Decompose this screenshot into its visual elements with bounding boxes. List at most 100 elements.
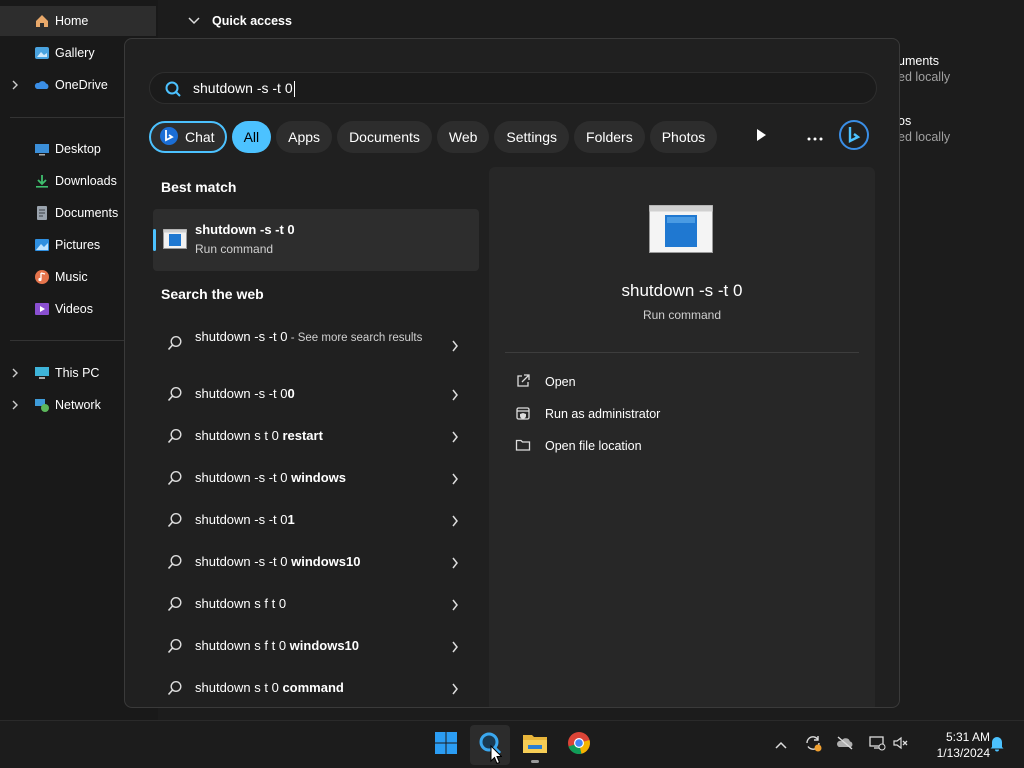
sidebar-item-label: Music xyxy=(55,270,88,284)
action-label: Open xyxy=(545,375,576,389)
sidebar-item-label: This PC xyxy=(55,366,100,380)
gallery-icon xyxy=(34,45,50,61)
clock-date: 1/13/2024 xyxy=(936,746,990,760)
desktop-icon xyxy=(34,141,50,157)
music-icon xyxy=(34,269,50,285)
action-open[interactable]: Open xyxy=(515,371,576,393)
result-preview-panel: shutdown -s -t 0 Run command Open Run as… xyxy=(489,167,875,707)
web-result-text: shutdown s t 0 restart xyxy=(195,428,323,443)
action-open-file-location[interactable]: Open file location xyxy=(515,435,642,457)
file-explorer-button[interactable] xyxy=(515,725,555,765)
web-result-text: shutdown -s -t 0 windows xyxy=(195,470,346,485)
onedrive-offline-icon xyxy=(835,735,855,756)
filter-photos[interactable]: Photos xyxy=(649,121,718,153)
preview-divider xyxy=(505,352,859,353)
search-icon xyxy=(167,554,183,575)
filter-web[interactable]: Web xyxy=(436,121,490,153)
show-hidden-icons-button[interactable] xyxy=(769,733,793,757)
start-button[interactable] xyxy=(426,725,466,765)
web-result-row[interactable]: shutdown -s -t 0 windows xyxy=(153,458,479,498)
filter-label: Folders xyxy=(586,129,633,145)
downloads-icon xyxy=(34,173,50,189)
web-result-row[interactable]: shutdown s t 0 command xyxy=(153,668,479,707)
web-result-text: shutdown s f t 0 windows10 xyxy=(195,638,360,653)
home-icon xyxy=(34,13,50,29)
running-indicator xyxy=(531,760,539,763)
chevron-right-icon xyxy=(451,556,459,574)
bing-logo-icon xyxy=(839,119,869,155)
clock-time: 5:31 AM xyxy=(945,730,990,744)
search-box[interactable]: shutdown -s -t 0 xyxy=(149,72,877,104)
web-result-text: shutdown s t 0 command xyxy=(195,680,344,695)
search-input[interactable]: shutdown -s -t 0 xyxy=(193,80,295,98)
sync-alert-icon xyxy=(804,734,822,757)
filter-label: Settings xyxy=(506,129,558,145)
chevron-right-icon xyxy=(451,430,459,448)
filters-more-arrow-button[interactable] xyxy=(745,121,777,153)
web-result-text: shutdown -s -t 0 - See more search resul… xyxy=(195,329,423,344)
best-match-result[interactable]: shutdown -s -t 0 Run command xyxy=(153,209,479,271)
best-match-heading: Best match xyxy=(161,179,237,195)
chevron-down-icon xyxy=(188,14,200,28)
filter-folders[interactable]: Folders xyxy=(574,121,645,153)
network-icon xyxy=(34,397,50,413)
network-tray-button[interactable] xyxy=(865,733,889,757)
search-icon xyxy=(167,638,183,659)
search-filters: Chat All Apps Documents Web Settings Fol… xyxy=(149,121,718,153)
notifications-button[interactable] xyxy=(985,733,1009,757)
filter-apps[interactable]: Apps xyxy=(276,121,333,153)
search-icon xyxy=(164,80,182,103)
sync-status-button[interactable] xyxy=(801,733,825,757)
web-result-row[interactable]: shutdown -s -t 01 xyxy=(153,500,479,540)
volume-tray-button[interactable] xyxy=(889,733,913,757)
background-file-item[interactable]: os ed locally xyxy=(898,113,950,145)
open-external-icon xyxy=(515,373,531,392)
filter-label: Web xyxy=(448,129,478,145)
search-icon xyxy=(167,512,183,533)
chevron-right-icon[interactable] xyxy=(10,368,20,378)
selection-accent xyxy=(153,229,156,251)
web-result-row[interactable]: shutdown s t 0 restart xyxy=(153,416,479,456)
bell-icon xyxy=(989,734,1005,757)
best-match-title: shutdown -s -t 0 xyxy=(195,222,295,237)
filter-chat[interactable]: Chat xyxy=(149,121,227,153)
chevron-right-icon[interactable] xyxy=(10,400,20,410)
sidebar-item-label: Documents xyxy=(55,206,119,220)
sidebar-item-label: Network xyxy=(55,398,101,412)
taskbar: 5:31 AM 1/13/2024 xyxy=(0,720,1024,768)
filter-settings[interactable]: Settings xyxy=(494,121,570,153)
web-result-row[interactable]: shutdown s f t 0 xyxy=(153,584,479,624)
chevron-right-icon xyxy=(451,388,459,406)
run-command-large-icon xyxy=(649,205,713,253)
folder-icon xyxy=(515,437,531,456)
ellipsis-icon xyxy=(807,128,823,146)
pictures-icon xyxy=(34,237,50,253)
admin-shield-icon xyxy=(515,405,531,424)
search-icon xyxy=(167,386,183,407)
filter-documents[interactable]: Documents xyxy=(337,121,432,153)
bing-button[interactable] xyxy=(838,119,870,155)
web-result-row[interactable]: shutdown -s -t 0 - See more search resul… xyxy=(153,319,479,369)
web-result-row[interactable]: shutdown -s -t 0 windows10 xyxy=(153,542,479,582)
taskbar-clock[interactable]: 5:31 AM 1/13/2024 xyxy=(918,729,990,761)
chevron-right-icon xyxy=(451,682,459,700)
action-run-as-admin[interactable]: Run as administrator xyxy=(515,403,660,425)
chevron-right-icon[interactable] xyxy=(10,80,20,90)
search-flyout: shutdown -s -t 0 Chat All Apps Documents… xyxy=(124,38,900,708)
quick-access-header[interactable]: Quick access xyxy=(188,14,292,28)
sidebar-item-home[interactable]: Home xyxy=(0,6,156,36)
more-options-button[interactable] xyxy=(799,121,831,153)
filter-label: Documents xyxy=(349,129,420,145)
preview-title: shutdown -s -t 0 xyxy=(621,281,743,300)
search-icon xyxy=(167,470,183,491)
search-icon xyxy=(167,428,183,449)
web-result-row[interactable]: shutdown -s -t 00 xyxy=(153,374,479,414)
search-icon xyxy=(167,335,183,356)
chevron-right-icon xyxy=(451,598,459,616)
background-file-item[interactable]: uments ed locally xyxy=(898,53,950,85)
chrome-button[interactable] xyxy=(559,725,599,765)
run-command-icon xyxy=(163,229,187,254)
onedrive-tray-button[interactable] xyxy=(833,733,857,757)
filter-all[interactable]: All xyxy=(231,121,272,153)
web-result-row[interactable]: shutdown s f t 0 windows10 xyxy=(153,626,479,666)
